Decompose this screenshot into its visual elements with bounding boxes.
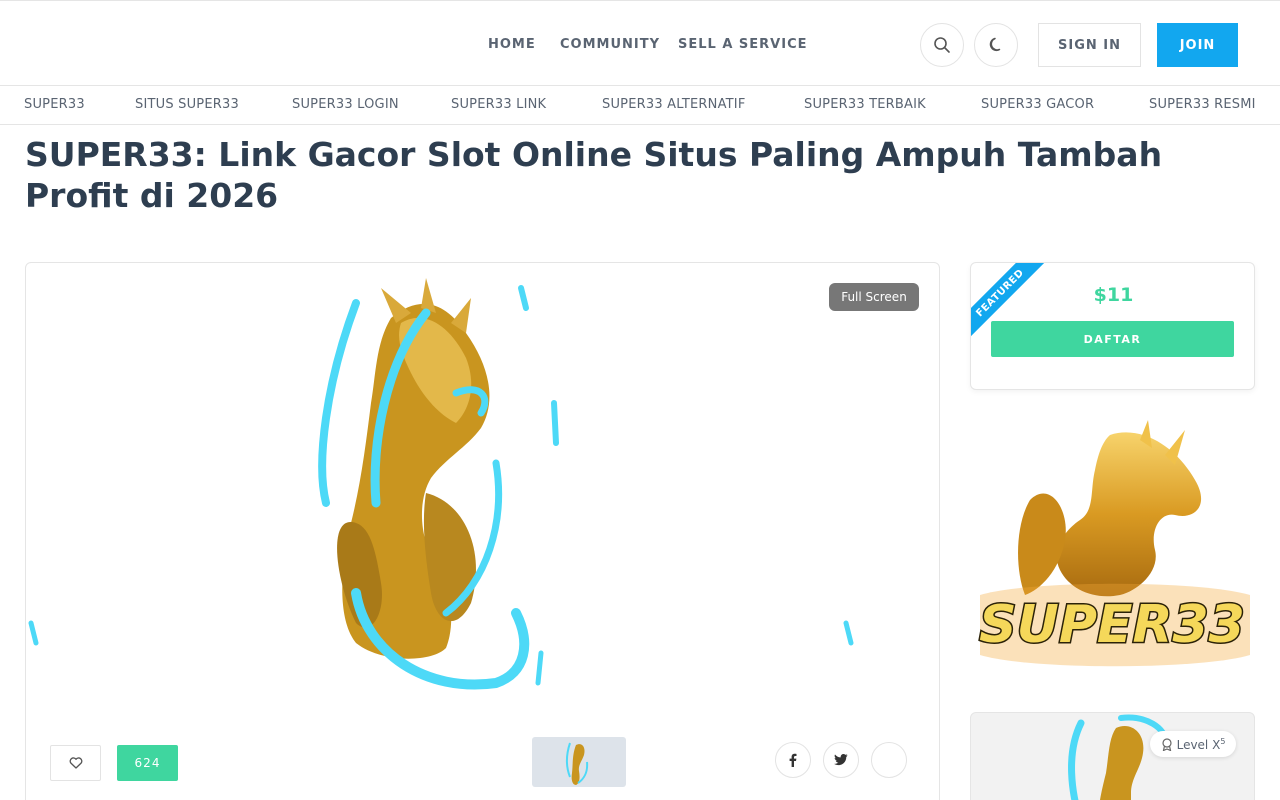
nav-sell-service-link[interactable]: SELL A SERVICE xyxy=(678,37,808,52)
pricing-card: FEATURED $11 DAFTAR xyxy=(970,262,1255,390)
category-link[interactable]: SITUS SUPER33 xyxy=(135,97,239,112)
nav-community-link[interactable]: COMMUNITY xyxy=(560,37,660,52)
level-label: Level X5 xyxy=(1177,737,1226,752)
category-link[interactable]: SUPER33 TERBAIK xyxy=(804,97,926,112)
daftar-button[interactable]: DAFTAR xyxy=(991,321,1234,357)
join-button[interactable]: JOIN xyxy=(1157,23,1238,67)
category-link[interactable]: SUPER33 RESMI xyxy=(1149,97,1256,112)
category-link[interactable]: SUPER33 ALTERNATIF xyxy=(602,97,746,112)
search-button[interactable] xyxy=(920,23,964,67)
category-link[interactable]: SUPER33 GACOR xyxy=(981,97,1094,112)
category-link[interactable]: SUPER33 LINK xyxy=(451,97,546,112)
dark-mode-toggle[interactable] xyxy=(974,23,1018,67)
logo-text: SUPER33 xyxy=(979,595,1245,655)
super33-logo: SUPER33 xyxy=(970,420,1255,670)
fullscreen-button[interactable]: Full Screen xyxy=(829,283,919,311)
dragon-thumbnail-image xyxy=(566,742,589,785)
heart-icon xyxy=(69,757,82,769)
like-button[interactable] xyxy=(50,745,101,781)
header: HOME COMMUNITY SELL A SERVICE SIGN IN JO… xyxy=(0,0,1280,86)
price-label: $11 xyxy=(1093,284,1134,306)
facebook-icon xyxy=(789,753,797,767)
category-nav: SUPER33 SITUS SUPER33 SUPER33 LOGIN SUPE… xyxy=(0,86,1280,125)
category-link[interactable]: SUPER33 xyxy=(24,97,85,112)
category-link[interactable]: SUPER33 LOGIN xyxy=(292,97,399,112)
level-text: Level X xyxy=(1176,737,1221,752)
level-number: 5 xyxy=(1220,736,1226,746)
nav-home-link[interactable]: HOME xyxy=(488,37,536,52)
media-card xyxy=(25,262,940,800)
media-thumbnail[interactable] xyxy=(532,737,626,787)
search-icon xyxy=(934,37,950,53)
award-icon xyxy=(1161,737,1172,751)
moon-icon xyxy=(989,37,1001,52)
golden-dragon-logo: SUPER33 xyxy=(978,420,1250,667)
page-title: SUPER33: Link Gacor Slot Online Situs Pa… xyxy=(25,135,1163,215)
like-count-badge[interactable]: 624 xyxy=(117,745,178,781)
twitter-share-button[interactable] xyxy=(823,742,859,778)
twitter-icon xyxy=(834,754,848,766)
sign-in-button[interactable]: SIGN IN xyxy=(1038,23,1141,67)
level-badge: Level X5 xyxy=(1150,731,1236,757)
dragon-swirl-image xyxy=(28,278,854,690)
share-more-button[interactable] xyxy=(871,742,907,778)
facebook-share-button[interactable] xyxy=(775,742,811,778)
